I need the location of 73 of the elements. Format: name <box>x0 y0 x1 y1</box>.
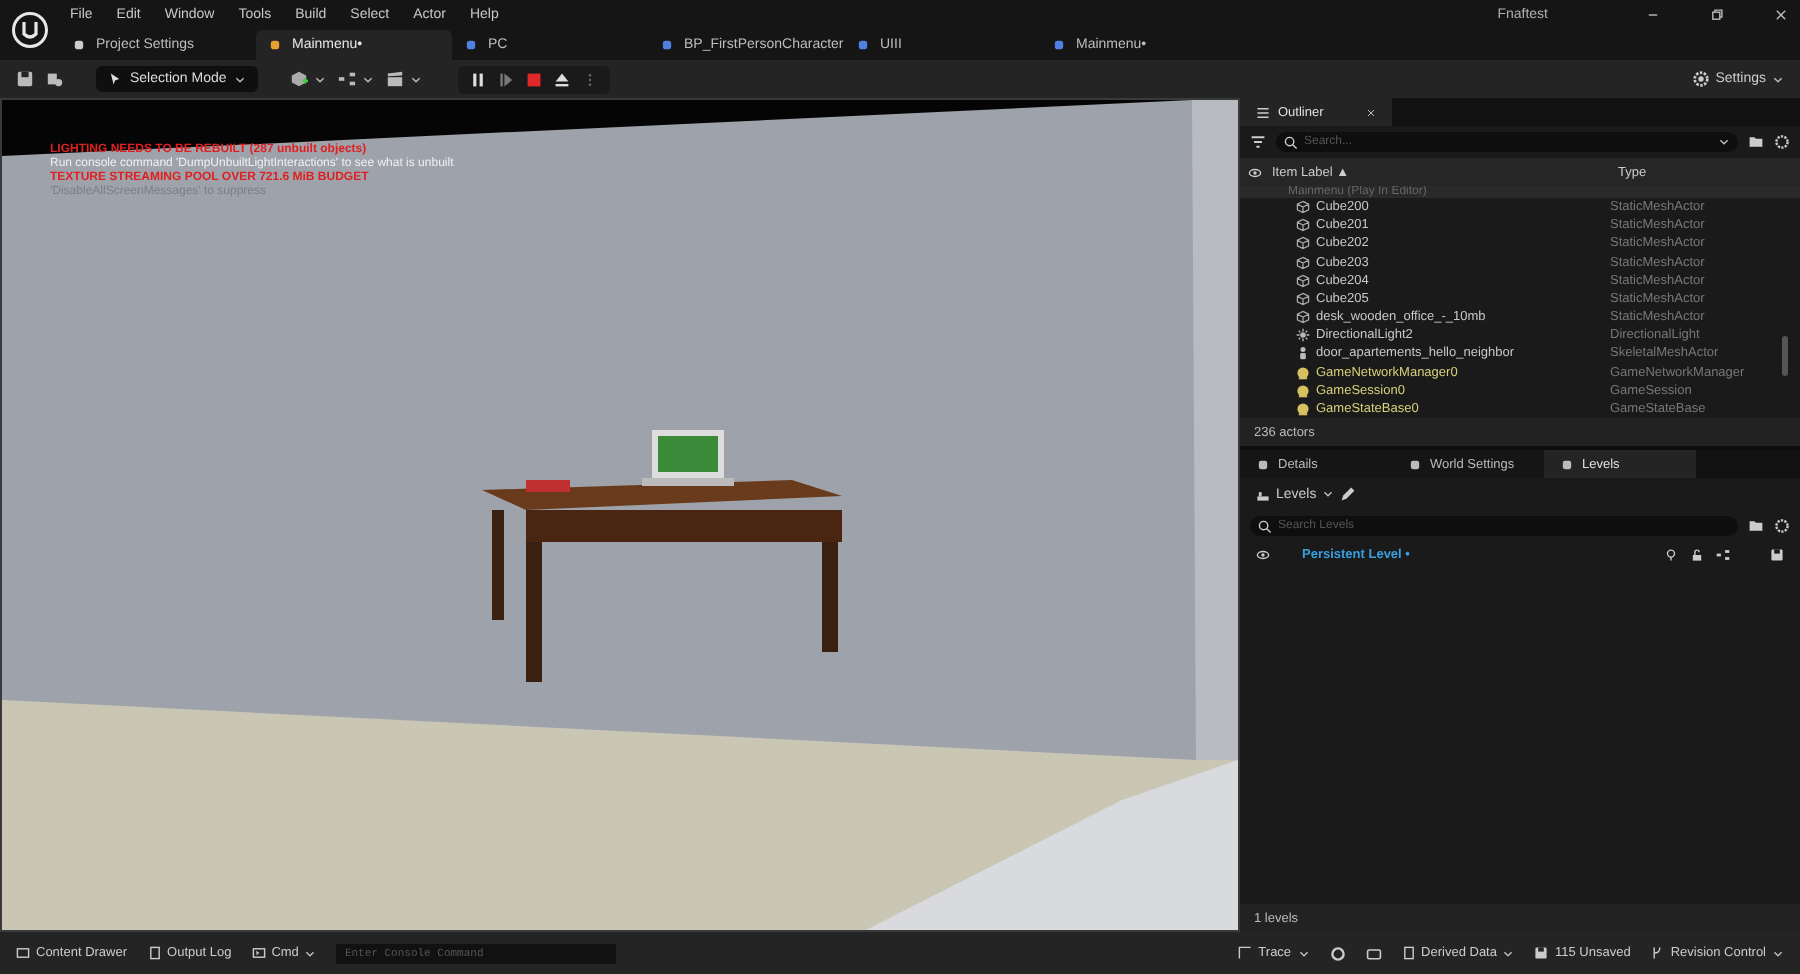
cube-icon <box>1296 236 1310 251</box>
save-icon <box>1770 547 1784 561</box>
cube-icon <box>1296 291 1310 306</box>
branch-icon <box>1650 946 1665 960</box>
search-icon <box>1284 135 1298 149</box>
caret-icon <box>304 947 317 959</box>
cube-icon <box>1296 310 1310 325</box>
tab-icon <box>856 38 870 52</box>
settings-icon <box>1774 518 1790 534</box>
save-icon <box>1534 946 1549 960</box>
eject-icon <box>554 71 571 87</box>
caret-icon <box>1718 136 1730 148</box>
blueprint-button[interactable] <box>338 70 375 88</box>
add-actor-button[interactable] <box>290 70 327 88</box>
lightbulb-icon <box>1664 547 1678 561</box>
cube-icon <box>1296 218 1310 233</box>
close-icon <box>1773 8 1787 22</box>
nodes-icon <box>338 70 357 88</box>
settings-icon <box>1691 70 1710 88</box>
cinematics-button[interactable] <box>386 70 423 88</box>
record-icon <box>1329 945 1346 961</box>
caret-icon <box>362 73 375 85</box>
cube-icon <box>1296 273 1310 288</box>
globe-icon <box>1296 401 1310 416</box>
minimize-icon <box>1645 8 1659 22</box>
cursor-icon <box>108 72 122 86</box>
log-icon <box>147 946 162 960</box>
hierarchy-icon <box>1716 547 1730 561</box>
filter-icon <box>1250 134 1266 150</box>
globe-icon <box>1296 365 1310 380</box>
tab-icon <box>1256 457 1270 471</box>
pause-icon <box>470 71 487 87</box>
levels-icon <box>1256 487 1270 501</box>
clapperboard-icon <box>386 70 405 88</box>
database-icon <box>1401 946 1416 960</box>
close-icon <box>1366 107 1376 117</box>
caret-icon <box>314 73 327 85</box>
step-icon <box>498 71 515 87</box>
trace-icon <box>1238 946 1253 960</box>
unlock-icon <box>1690 547 1704 561</box>
caret-icon <box>410 73 423 85</box>
tab-icon <box>72 38 86 52</box>
tab-icon <box>268 38 282 52</box>
cube-icon <box>1296 200 1310 215</box>
tab-icon <box>1560 457 1574 471</box>
eye-icon <box>1256 547 1270 561</box>
caret-icon <box>234 73 247 85</box>
stop-icon <box>526 71 543 87</box>
person-icon <box>1296 346 1310 361</box>
save-icon <box>16 70 34 88</box>
tab-icon <box>1408 457 1422 471</box>
tab-icon <box>1052 38 1066 52</box>
settings-icon <box>1774 134 1790 150</box>
terminal-icon <box>251 946 266 960</box>
caret-icon <box>1772 73 1784 85</box>
eye-icon <box>1248 165 1262 179</box>
globe-icon <box>1296 383 1310 398</box>
engine-logo[interactable] <box>10 10 50 50</box>
add-cube-icon <box>290 70 309 88</box>
cube-icon <box>1296 255 1310 270</box>
scrollbar-thumb[interactable] <box>1782 336 1788 376</box>
list-icon <box>1256 105 1270 119</box>
caret-icon <box>1502 947 1515 959</box>
tab-icon <box>660 38 674 52</box>
sun-icon <box>1296 328 1310 343</box>
caret-icon <box>1322 488 1335 500</box>
caret-icon <box>1297 947 1310 959</box>
search-icon <box>1258 519 1272 533</box>
tab-icon <box>464 38 478 52</box>
caret-icon <box>1772 947 1784 959</box>
restore-icon <box>1709 8 1723 22</box>
drawer-icon <box>16 946 30 960</box>
pencil-icon <box>1340 486 1357 502</box>
